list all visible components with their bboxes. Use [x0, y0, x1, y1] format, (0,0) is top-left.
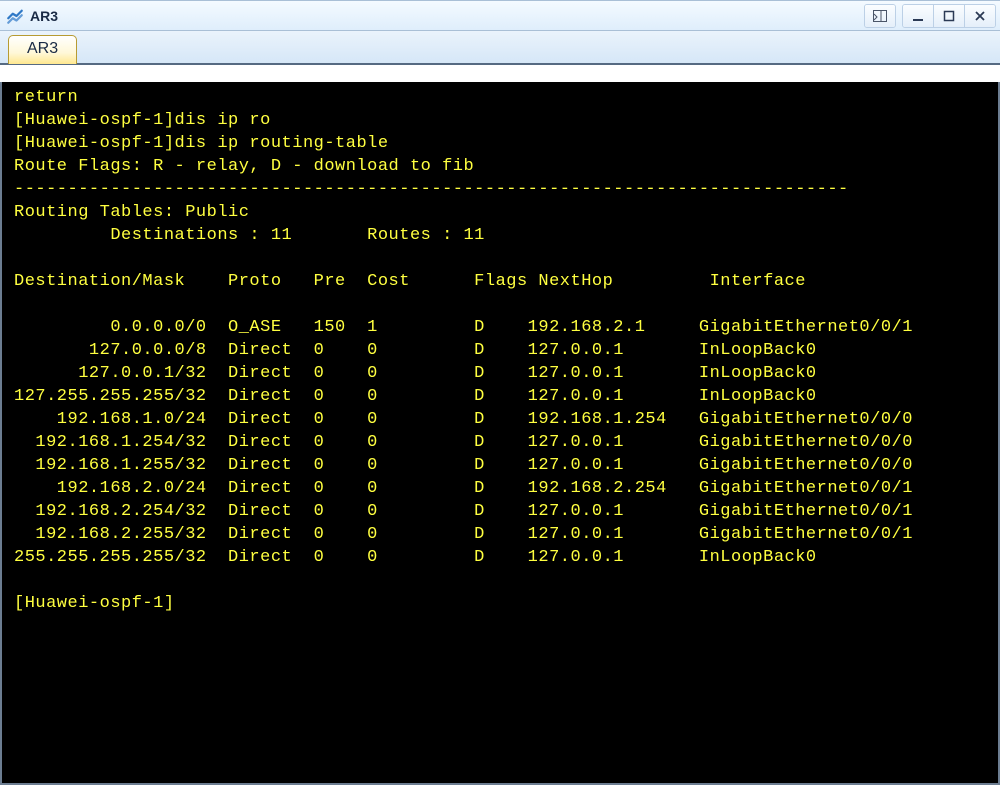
titlebar: AR3 [0, 1, 1000, 31]
close-button[interactable] [964, 5, 995, 27]
window-title: AR3 [30, 8, 58, 24]
app-window: AR3 [0, 0, 1000, 801]
window-controls-extra [864, 4, 896, 28]
terminal-output[interactable]: return [Huawei-ospf-1]dis ip ro [Huawei-… [0, 82, 1000, 785]
window-controls [902, 4, 996, 28]
tab-ar3[interactable]: AR3 [8, 35, 77, 64]
minimize-button[interactable] [903, 5, 933, 27]
maximize-button[interactable] [933, 5, 964, 27]
snap-button[interactable] [865, 5, 895, 27]
app-icon [6, 7, 24, 25]
tab-bar: AR3 [0, 31, 1000, 65]
tab-label: AR3 [27, 40, 58, 57]
